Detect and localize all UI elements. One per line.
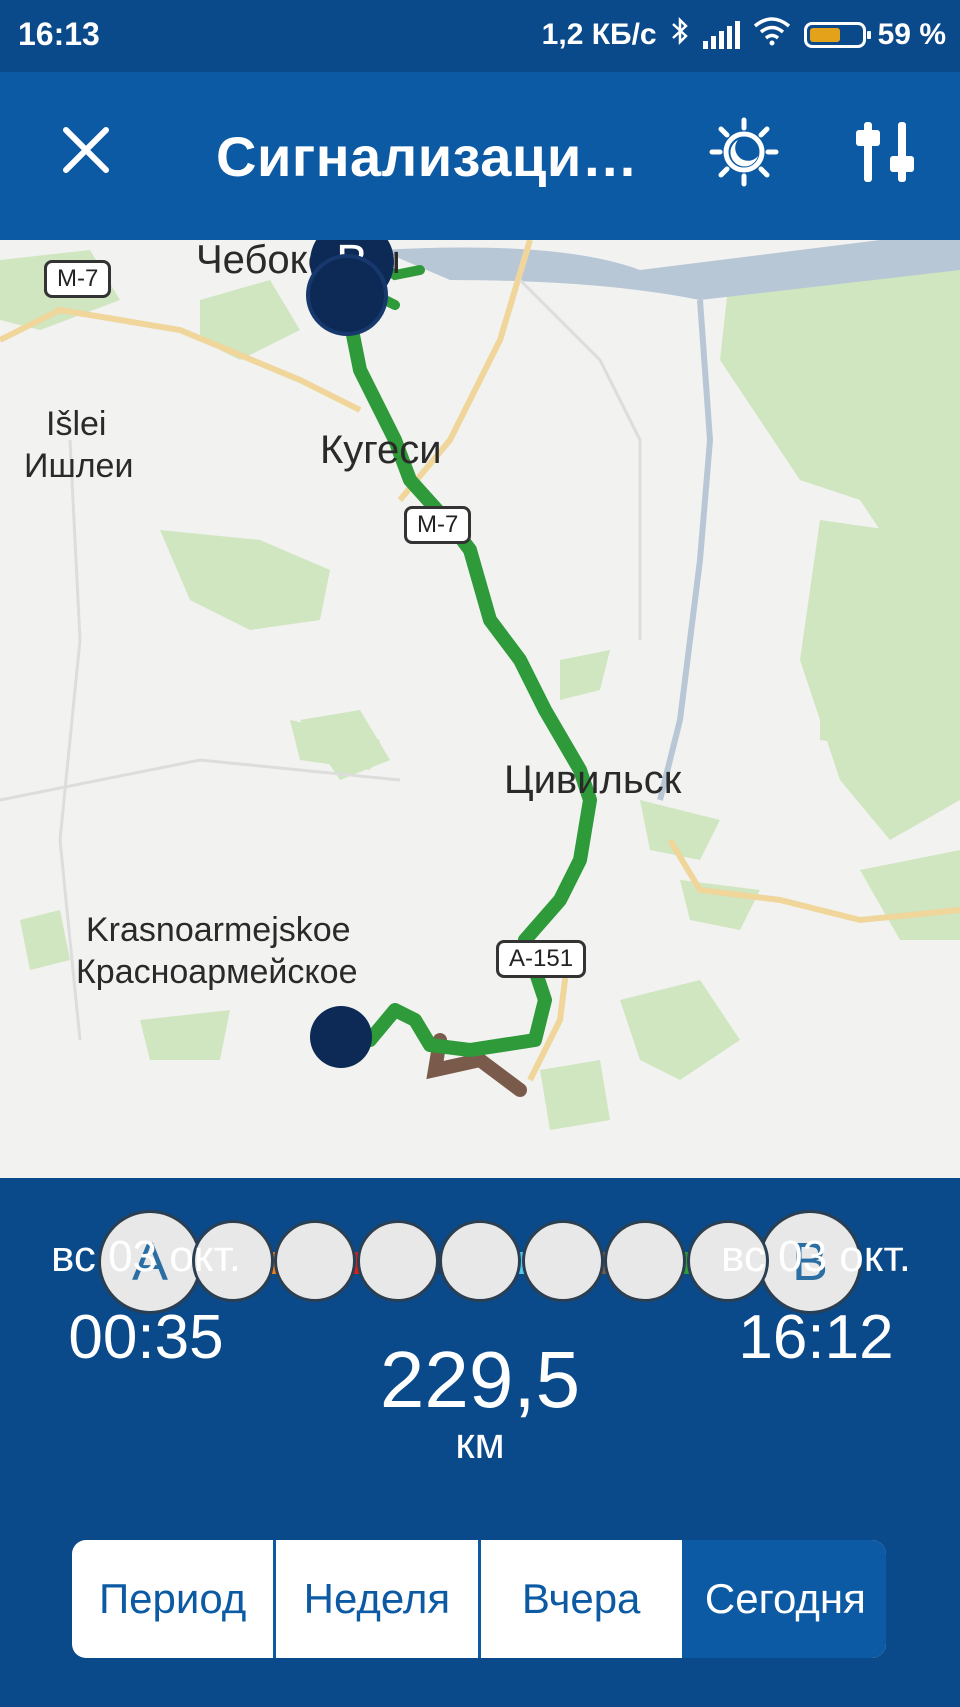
distance-value: 229,5 (379, 1335, 581, 1424)
timeline-stop[interactable] (439, 1220, 521, 1302)
bluetooth-icon (669, 16, 691, 54)
map-canvas (0, 240, 960, 1130)
timeline-stop[interactable] (604, 1220, 686, 1302)
road-shield-m7-mid: М-7 (404, 506, 472, 544)
clock: 16:13 (18, 16, 100, 52)
place-label-krasno-cyr: Красноармейское (76, 953, 358, 991)
timeline-stop[interactable] (274, 1220, 356, 1302)
filter-sliders-icon[interactable] (854, 116, 918, 188)
period-option[interactable]: Вчера (481, 1540, 685, 1658)
start-date: вс 03 окт. (51, 1232, 241, 1281)
timeline-stop[interactable] (356, 1220, 439, 1302)
close-icon[interactable] (56, 120, 116, 180)
start-time: 00:35 (68, 1303, 224, 1372)
period-selector: Период Неделя Вчера Сегодня (72, 1540, 886, 1658)
status-icons: 1,2 КБ/с 59 % (542, 16, 946, 54)
place-label-kugesi: Кугеси (320, 428, 442, 472)
battery-icon (803, 22, 871, 48)
start-marker[interactable] (310, 1006, 372, 1068)
road-shield-m7: М-7 (44, 260, 112, 298)
current-position-marker[interactable] (306, 254, 388, 336)
network-speed: 1,2 КБ/с (541, 18, 657, 51)
page-title: Сигнализаци… (216, 125, 639, 188)
trip-summary-panel: A B вс 03 окт. 00:35 229,5 км вс 03 окт.… (0, 1178, 960, 1707)
place-label-tsivilsk: Цивильск (504, 758, 682, 802)
status-bar: 16:13 1,2 КБ/с 59 % (0, 0, 960, 72)
timeline-stop[interactable] (521, 1220, 604, 1302)
place-label-islei-cyr: Ишлеи (24, 447, 134, 485)
place-label-islei-latin: Išlei (46, 405, 107, 443)
distance-unit: км (455, 1419, 505, 1468)
place-label-krasno-latin: Krasnoarmejskoe (86, 911, 351, 949)
wifi-icon (752, 16, 792, 54)
period-option[interactable]: Период (72, 1540, 277, 1658)
end-date: вс 03 окт. (721, 1232, 911, 1281)
trip-distance: 229,5 км (330, 1340, 630, 1468)
end-time: 16:12 (738, 1303, 894, 1372)
battery-percent: 59 % (877, 18, 946, 51)
road-shield-a151: А-151 (496, 940, 587, 978)
app-bar: Сигнализаци… (0, 72, 960, 240)
period-option[interactable]: Неделя (276, 1540, 481, 1658)
signal-icon (702, 21, 740, 49)
route-map[interactable]: Чебоксары Кугеси Išlei Ишлеи Цивильск Kr… (0, 240, 960, 1178)
period-option[interactable]: Сегодня (684, 1540, 886, 1658)
day-night-icon[interactable] (708, 116, 780, 188)
